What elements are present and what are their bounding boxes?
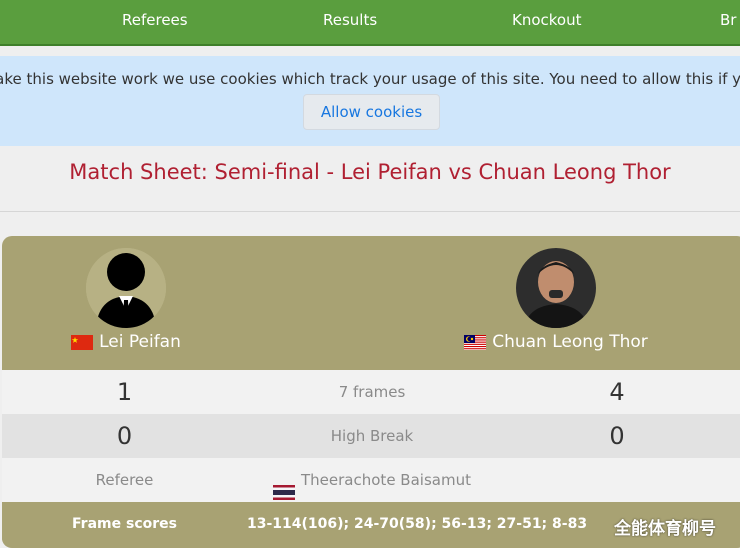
match-card: Lei Peifan Chuan Leong Thor 1 7 frames 4…	[2, 236, 740, 548]
nav-item-knockout[interactable]: Knockout	[512, 11, 582, 29]
player-one: Lei Peifan	[2, 248, 256, 352]
player-two-frames: 4	[609, 378, 625, 406]
referee-value: Theerachote Baisamut	[247, 458, 497, 502]
high-break-label: High Break	[330, 427, 414, 445]
frame-scores-label: Frame scores	[72, 516, 177, 532]
avatar-placeholder-icon[interactable]	[86, 248, 166, 328]
nav-item-referees[interactable]: Referees	[122, 11, 188, 29]
player-one-name[interactable]: Lei Peifan	[99, 332, 181, 352]
referee-name[interactable]: Theerachote Baisamut	[301, 458, 471, 502]
referee-row: Referee Theerachote Baisamut	[2, 458, 740, 502]
watermark: 全能体育柳号	[614, 519, 716, 539]
referee-label: Referee	[95, 471, 154, 489]
top-navigation: Referees Results Knockout Br	[0, 0, 740, 46]
player-one-high-break: 0	[116, 422, 133, 450]
player-two-name-row: Chuan Leong Thor	[426, 332, 686, 352]
malaysia-flag-icon	[464, 334, 487, 350]
cookie-message: To make this website work we use cookies…	[0, 70, 740, 88]
nav-item-results[interactable]: Results	[323, 11, 377, 29]
cookie-banner: To make this website work we use cookies…	[0, 56, 740, 146]
player-two-high-break: 0	[609, 422, 625, 450]
high-break-row: 0 High Break 0	[2, 414, 740, 458]
china-flag-icon	[71, 334, 94, 350]
player-two: Chuan Leong Thor	[426, 248, 686, 352]
player-two-name[interactable]: Chuan Leong Thor	[492, 332, 648, 352]
allow-cookies-button[interactable]: Allow cookies	[303, 94, 440, 130]
thailand-flag-icon	[273, 473, 296, 500]
page-title: Match Sheet: Semi-final - Lei Peifan vs …	[69, 160, 671, 184]
frames-row: 1 7 frames 4	[2, 370, 740, 414]
frame-scores-value: 13-114(106); 24-70(58); 56-13; 27-51; 8-…	[247, 516, 588, 532]
player-one-name-row: Lei Peifan	[2, 332, 256, 352]
player-one-frames: 1	[116, 378, 133, 406]
nav-item-truncated[interactable]: Br	[720, 11, 736, 29]
divider	[0, 211, 740, 212]
player-two-photo[interactable]	[516, 248, 596, 328]
match-format: 7 frames	[338, 383, 406, 401]
